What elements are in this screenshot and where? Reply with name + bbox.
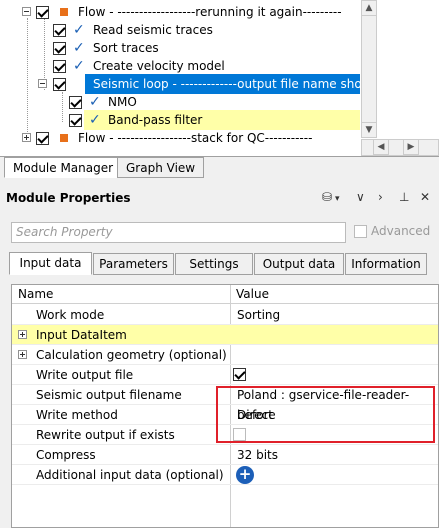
tab-settings[interactable]: Settings — [175, 253, 253, 275]
dropdown-arrow-icon[interactable]: ▾ — [335, 194, 340, 204]
check-icon: ✓ — [73, 22, 85, 38]
checkbox-icon[interactable] — [53, 78, 66, 91]
tree-row-sort-traces[interactable]: ✓ Sort traces — [0, 38, 360, 58]
flow-tree: Flow - ------------------rerunning it ag… — [0, 0, 439, 157]
property-value[interactable]: Sorting — [237, 305, 280, 325]
advanced-label: Advanced — [371, 224, 431, 238]
checkbox-icon[interactable] — [53, 60, 66, 73]
collapse-icon[interactable] — [38, 79, 47, 88]
table-row-calculation-geometry[interactable]: Calculation geometry (optional) — [12, 345, 438, 365]
tree-row-velocity-model[interactable]: ✓ Create velocity model — [0, 56, 360, 76]
table-row-additional-input[interactable]: Additional input data (optional) + — [12, 465, 438, 485]
close-icon[interactable]: ✕ — [420, 190, 430, 204]
tree-row-nmo[interactable]: ✓ NMO — [0, 92, 360, 112]
tree-row-flow-2[interactable]: Flow - -----------------stack for QC----… — [0, 128, 360, 148]
add-icon[interactable]: + — [236, 466, 254, 484]
tree-row-flow-1[interactable]: Flow - ------------------rerunning it ag… — [0, 2, 360, 22]
checkbox-icon[interactable] — [53, 42, 66, 55]
tab-output-data[interactable]: Output data — [254, 253, 344, 275]
column-header-value[interactable]: Value — [236, 287, 269, 301]
property-tabs: Input data Parameters Settings Output da… — [9, 252, 439, 275]
table-row-input-dataitem[interactable]: Input DataItem — [12, 325, 438, 345]
scroll-right-icon[interactable]: ▶ — [403, 139, 419, 155]
checkbox-icon[interactable] — [36, 132, 49, 145]
module-properties-header: Module Properties ⛁ ▾ ∨ › ⊥ ✕ — [0, 183, 439, 213]
property-name: Write output file — [36, 368, 134, 382]
grid-header: Name Value — [12, 285, 438, 304]
tree-row-label: Create velocity model — [93, 59, 225, 73]
checkbox-icon[interactable] — [36, 6, 49, 19]
property-name: Compress — [36, 448, 96, 462]
property-name: Input DataItem — [36, 328, 127, 342]
checkbox-icon[interactable] — [69, 96, 82, 109]
tree-row-label: Flow - -----------------stack for QC----… — [78, 131, 313, 145]
scroll-up-icon[interactable]: ▲ — [361, 0, 377, 16]
pin-icon[interactable]: ⊥ — [399, 190, 409, 204]
table-row-write-output-file[interactable]: Write output file — [12, 365, 438, 385]
check-icon: ✓ — [73, 40, 85, 56]
check-icon: ✓ — [89, 112, 101, 128]
write-output-checkbox[interactable] — [233, 368, 246, 381]
chevron-down-icon[interactable]: ∨ — [356, 190, 365, 204]
tree-row-label: Seismic loop - -------------output file … — [93, 77, 373, 91]
search-input[interactable]: Search Property — [11, 222, 346, 243]
tab-parameters[interactable]: Parameters — [93, 253, 174, 275]
tab-information[interactable]: Information — [345, 253, 427, 275]
tab-input-data[interactable]: Input data — [9, 252, 92, 275]
tree-row-label: Sort traces — [93, 41, 159, 55]
property-name: Work mode — [36, 308, 105, 322]
column-header-name[interactable]: Name — [18, 287, 53, 301]
check-icon: ✓ — [73, 58, 85, 74]
tree-row-read-seismic[interactable]: ✓ Read seismic traces — [0, 20, 360, 40]
tab-module-manager[interactable]: Module Manager — [4, 157, 123, 178]
chevron-right-icon[interactable]: › — [378, 190, 383, 204]
scroll-left-icon[interactable]: ◀ — [373, 139, 389, 155]
property-name: Additional input data (optional) — [36, 468, 224, 482]
module-properties-title: Module Properties — [6, 191, 131, 205]
tree-row-label: Read seismic traces — [93, 23, 213, 37]
vertical-scrollbar-track[interactable] — [361, 16, 377, 138]
annotation-highlight — [216, 386, 435, 443]
tab-graph-view[interactable]: Graph View — [117, 157, 205, 178]
property-name: Write method — [36, 408, 118, 422]
advanced-checkbox[interactable] — [354, 225, 367, 238]
scroll-down-icon[interactable]: ▼ — [361, 122, 377, 138]
check-icon: ✓ — [73, 76, 85, 92]
flow-icon — [60, 134, 68, 142]
tree-row-band-pass[interactable]: ✓ Band-pass filter — [0, 110, 360, 130]
table-row-compress[interactable]: Compress 32 bits — [12, 445, 438, 465]
collapse-icon[interactable] — [22, 7, 31, 16]
expand-icon[interactable] — [22, 133, 31, 142]
tree-row-label: NMO — [108, 95, 137, 109]
panel-tabs: Module Manager Graph View — [0, 157, 439, 179]
checkbox-icon[interactable] — [53, 24, 66, 37]
database-icon[interactable]: ⛁ — [322, 190, 332, 204]
property-name: Calculation geometry (optional) — [36, 348, 227, 362]
property-name: Seismic output filename — [36, 388, 182, 402]
table-row-work-mode[interactable]: Work mode Sorting — [12, 305, 438, 325]
tree-scrollbar-area: ▲ ▼ ◀ ▶ — [361, 0, 439, 156]
check-icon: ✓ — [89, 94, 101, 110]
checkbox-icon[interactable] — [69, 114, 82, 127]
tree-row-seismic-loop[interactable]: ✓ Seismic loop - -------------output fil… — [0, 74, 373, 94]
property-name: Rewrite output if exists — [36, 428, 175, 442]
tree-row-label: Flow - ------------------rerunning it ag… — [78, 5, 342, 19]
expand-icon[interactable] — [18, 350, 27, 359]
flow-icon — [60, 8, 68, 16]
property-value[interactable]: 32 bits — [237, 445, 278, 465]
tree-row-label: Band-pass filter — [108, 113, 203, 127]
expand-icon[interactable] — [18, 330, 27, 339]
